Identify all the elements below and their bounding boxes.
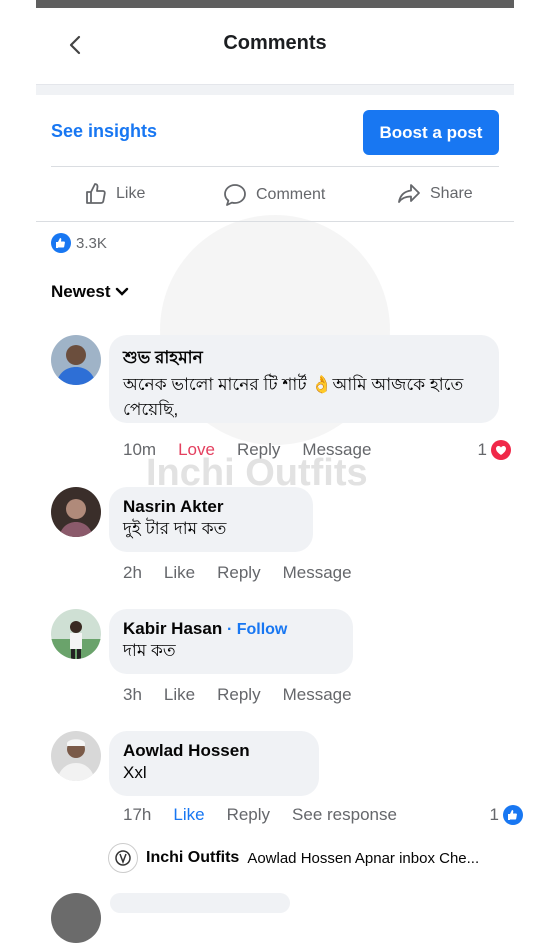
page-logo-icon [108, 843, 138, 873]
comment-reaction-count[interactable]: 1 [478, 440, 511, 460]
comment-meta: 2h Like Reply Message [123, 563, 352, 583]
like-button[interactable]: Like [164, 685, 195, 705]
comment-text: দাম কত [123, 641, 176, 660]
reply-button[interactable]: Reply [237, 440, 280, 460]
comment-text: দুই টার দাম কত [123, 519, 227, 538]
comment-time: 10m [123, 440, 157, 459]
share-action[interactable]: Share [396, 182, 473, 206]
divider [36, 221, 514, 222]
comment-bubble: শুভ রাহমান অনেক ভালো মানের টি শার্ট 👌আমি… [109, 335, 499, 423]
avatar[interactable] [51, 487, 101, 537]
reaction-number: 1 [477, 440, 487, 459]
comment-text: অনেক ভালো মানের টি শার্ট 👌আমি আজকে হাতে … [123, 375, 464, 419]
comment-bubble: Aowlad Hossen Xxl [109, 731, 319, 796]
divider [51, 166, 499, 167]
post-action-bar: Like Comment Share [36, 170, 514, 220]
comment-item: Kabir Hasan · Follow দাম কত 3h Like Repl… [51, 609, 511, 709]
like-button[interactable]: Like [173, 805, 204, 825]
heart-icon [491, 440, 511, 460]
comment-bubble [110, 893, 290, 913]
comment-author-row: Kabir Hasan · Follow [123, 619, 339, 639]
share-arrow-icon [398, 184, 420, 203]
avatar[interactable] [51, 335, 101, 385]
page-reply-preview[interactable]: Inchi Outfits Aowlad Hossen Apnar inbox … [108, 843, 479, 873]
page-reply-text: Aowlad Hossen Apnar inbox Che... [247, 849, 480, 867]
page-reply-author: Inchi Outfits [146, 849, 240, 866]
comment-time: 17h [123, 805, 152, 824]
see-response-button[interactable]: See response [292, 805, 397, 825]
comment-time: 2h [123, 563, 142, 582]
like-reaction-icon [503, 805, 523, 825]
comment-label: Comment [256, 186, 326, 203]
reply-button[interactable]: Reply [217, 563, 260, 583]
comment-bubble: Kabir Hasan · Follow দাম কত [109, 609, 353, 674]
avatar[interactable] [51, 609, 101, 659]
comment-time: 3h [123, 685, 142, 704]
message-button[interactable]: Message [283, 685, 352, 705]
sort-dropdown[interactable]: Newest [51, 282, 129, 302]
like-reaction-icon [51, 233, 71, 253]
status-strip [36, 0, 514, 8]
comment-text: Xxl [123, 763, 147, 782]
see-insights-link[interactable]: See insights [51, 121, 157, 142]
like-label: Like [116, 185, 146, 202]
message-button[interactable]: Message [283, 563, 352, 583]
reaction-number: 1 [489, 805, 499, 824]
chevron-down-icon [115, 287, 128, 296]
avatar[interactable] [51, 731, 101, 781]
comment-meta: 3h Like Reply Message [123, 685, 352, 705]
comment-meta: 17h Like Reply See response [123, 805, 397, 825]
comment-bubble: Nasrin Akter দুই টার দাম কত [109, 487, 313, 552]
comment-item: Nasrin Akter দুই টার দাম কত 2h Like Repl… [51, 487, 511, 587]
message-button[interactable]: Message [302, 440, 371, 460]
thumbs-up-icon [86, 183, 106, 204]
comment-reaction-count[interactable]: 1 [490, 805, 523, 825]
share-label: Share [430, 185, 473, 202]
comment-author[interactable]: Kabir Hasan [123, 619, 222, 638]
comment-item: শুভ রাহমান অনেক ভালো মানের টি শার্ট 👌আমি… [51, 335, 511, 465]
comment-item: Aowlad Hossen Xxl 17h Like Reply See res… [51, 731, 523, 831]
reaction-summary[interactable]: 3.3K [51, 233, 107, 253]
like-action[interactable]: Like [84, 182, 145, 206]
reply-button[interactable]: Reply [217, 685, 260, 705]
header: Comments [36, 8, 514, 85]
comment-author[interactable]: Nasrin Akter [123, 497, 299, 517]
love-reaction-button[interactable]: Love [178, 440, 215, 460]
comment-meta: 10m Love Reply Message [123, 440, 371, 460]
sort-label: Newest [51, 282, 111, 301]
follow-label: Follow [236, 621, 288, 638]
like-button[interactable]: Like [164, 563, 195, 583]
reply-button[interactable]: Reply [227, 805, 270, 825]
reaction-count: 3.3K [76, 234, 107, 252]
separator-band [36, 85, 514, 95]
boost-post-button[interactable]: Boost a post [363, 110, 499, 155]
page-title: Comments [223, 32, 327, 54]
comment-bubble-icon [224, 184, 246, 206]
comment-author[interactable]: শুভ রাহমান [123, 345, 485, 373]
follow-button[interactable]: · Follow [227, 621, 287, 638]
comment-action[interactable]: Comment [222, 182, 325, 208]
avatar[interactable] [51, 893, 101, 943]
comment-author[interactable]: Aowlad Hossen [123, 741, 305, 761]
